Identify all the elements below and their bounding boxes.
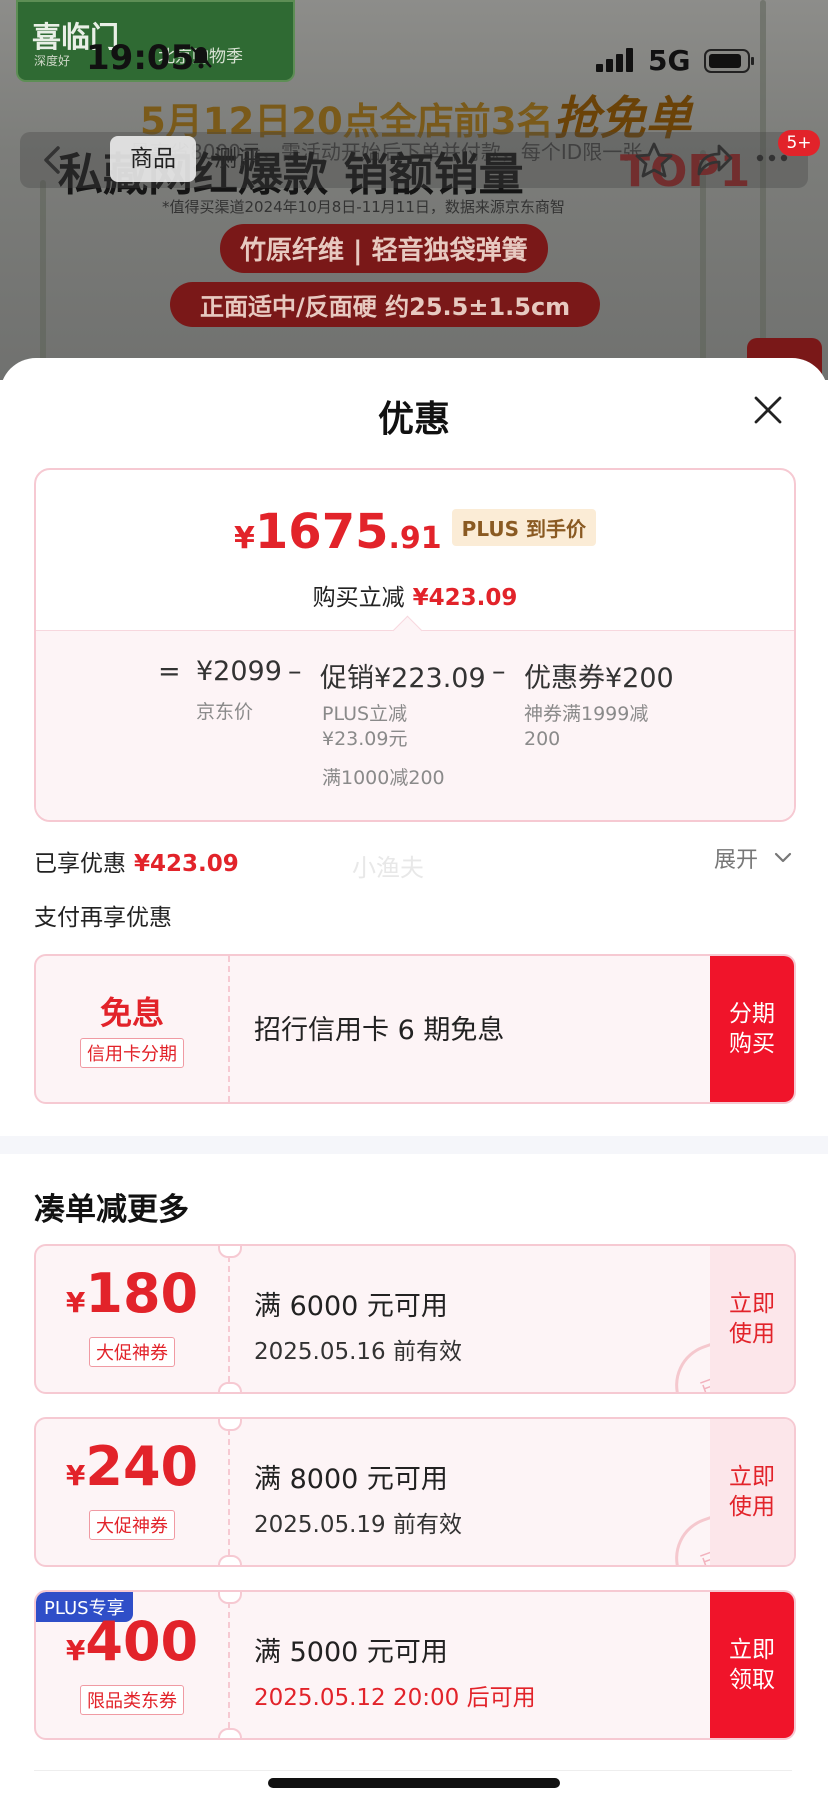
installment-buy-line1: 分期	[729, 1001, 775, 1027]
promo-detail-plus: PLUS立减	[322, 703, 408, 725]
coupon-validity: 2025.05.12 20:00 后可用	[254, 1685, 536, 1711]
promo-detail-plus-amount: ¥23.09元	[322, 728, 408, 750]
claim-coupon-line1: 立即	[729, 1637, 775, 1663]
coupon-value-area: ¥240 大促神券	[36, 1419, 228, 1565]
coupon-value: 180	[85, 1262, 199, 1325]
claim-coupon-button[interactable]: 立即 领取	[710, 1592, 794, 1738]
watermark: 小渔夫	[352, 854, 424, 882]
use-coupon-line1: 立即	[729, 1464, 775, 1490]
ticket-divider	[228, 1419, 230, 1565]
formula-equals: =	[158, 656, 181, 687]
tab-product[interactable]: 商品	[110, 136, 196, 182]
coupon-card: ¥180 大促神券 满 6000 元可用 2025.05.16 前有效 已领 立…	[34, 1244, 796, 1394]
enjoyed-discount: 已享优惠 ¥423.09	[34, 844, 239, 878]
instant-discount-amount: ¥423.09	[412, 585, 518, 611]
coupon-type-tag: 限品类东券	[80, 1685, 184, 1715]
enjoyed-discount-label: 已享优惠	[34, 851, 126, 877]
decor-bamboo	[40, 180, 46, 380]
coupon-detail: 神券满1999减	[524, 703, 649, 725]
jd-price: ¥2099	[196, 656, 282, 687]
chevron-down-icon[interactable]	[772, 846, 794, 868]
ticket-divider	[228, 1246, 230, 1392]
instant-discount: 购买立减 ¥423.09	[36, 578, 794, 612]
coupon-condition: 满 8000 元可用	[254, 1464, 448, 1495]
more-deals-title: 凑单减更多	[34, 1192, 189, 1228]
currency-symbol: ¥	[234, 521, 255, 556]
coupon-validity: 2025.05.19 前有效	[254, 1512, 462, 1538]
offers-sheet: 优惠 ¥1675.91 PLUS 到手价 购买立减 ¥423.09 = ¥2099 …	[0, 358, 828, 1796]
credit-card-installment-tag: 信用卡分期	[80, 1038, 184, 1068]
decor-bamboo	[760, 0, 766, 380]
coupon-currency: ¥	[65, 1459, 86, 1492]
coupon-condition: 满 6000 元可用	[254, 1291, 448, 1322]
coupon-detail-amount: 200	[524, 728, 561, 750]
installment-badge: 免息 信用卡分期	[36, 956, 228, 1102]
back-arrow-icon[interactable]	[34, 142, 70, 178]
coupon-value: 400	[85, 1610, 199, 1673]
bell-muted-icon	[190, 46, 212, 69]
coupon-type-tag: 大促神券	[89, 1510, 175, 1540]
formula-minus: –	[288, 656, 302, 687]
use-coupon-line2: 使用	[729, 1321, 775, 1347]
installment-buy-line2: 购买	[729, 1031, 775, 1057]
promo-detail-full-reduction: 满1000减200	[322, 767, 445, 789]
section-separator	[0, 1136, 828, 1154]
coupon-value-area: ¥400 限品类东券	[36, 1592, 228, 1738]
price-integer: 1675	[254, 504, 389, 560]
sheet-title: 优惠	[377, 399, 450, 440]
price-breakdown-card: ¥1675.91 PLUS 到手价 购买立减 ¥423.09 = ¥2099 京东价…	[34, 468, 796, 822]
star-icon[interactable]	[634, 140, 674, 180]
ticket-divider	[228, 956, 230, 1102]
use-coupon-button[interactable]: 立即 使用	[710, 1246, 794, 1392]
claim-coupon-line2: 领取	[729, 1667, 775, 1693]
jd-price-label: 京东价	[196, 701, 254, 723]
network-label: 5G	[648, 44, 691, 77]
payment-offers-title: 支付再享优惠	[34, 905, 172, 931]
spec-pill: 正面适中/反面硬 约25.5±1.5cm	[170, 282, 601, 327]
divider	[34, 1770, 792, 1771]
feature-pill: 竹原纤维 | 轻音独袋弹簧	[220, 224, 548, 273]
use-coupon-line2: 使用	[729, 1494, 775, 1520]
use-coupon-button[interactable]: 立即 使用	[710, 1419, 794, 1565]
coupon-validity: 2025.05.16 前有效	[254, 1339, 462, 1365]
ticket-divider	[228, 1592, 230, 1738]
brand-sub: 深度好	[34, 54, 71, 68]
coupon-currency: ¥	[65, 1286, 86, 1319]
installment-offer-card[interactable]: 免息 信用卡分期 招行信用卡 6 期免息 分期购买	[34, 954, 796, 1104]
status-time: 19:05	[86, 38, 195, 78]
expand-button[interactable]: 展开	[714, 842, 758, 874]
installment-buy-button[interactable]: 分期 购买	[710, 956, 794, 1102]
interest-free-label: 免息	[99, 994, 164, 1032]
coupon-condition: 满 5000 元可用	[254, 1637, 448, 1668]
installment-description: 招行信用卡 6 期免息	[254, 1015, 505, 1046]
hero-footnote: *值得买渠道2024年10月8日-11月11日，数据来源京东商智	[162, 198, 565, 216]
tab-review[interactable]: 测评	[214, 136, 260, 182]
price-decimal: .91	[388, 521, 442, 556]
coupon-value-area: ¥180 大促神券	[36, 1246, 228, 1392]
home-indicator	[268, 1778, 560, 1788]
battery-icon	[704, 49, 754, 73]
message-count-badge: 5+	[778, 130, 820, 156]
plus-price-badge: PLUS 到手价	[451, 509, 596, 546]
final-price: ¥1675.91 PLUS 到手价	[36, 504, 794, 560]
coupon-discount: 优惠券¥200	[524, 663, 674, 694]
use-coupon-line1: 立即	[729, 1291, 775, 1317]
coupon-card: ¥240 大促神券 满 8000 元可用 2025.05.19 前有效 已领 立…	[34, 1417, 796, 1567]
coupon-value: 240	[85, 1435, 199, 1498]
coupon-card: PLUS专享 ¥400 限品类东券 满 5000 元可用 2025.05.12 …	[34, 1590, 796, 1740]
promo-discount: 促销¥223.09	[320, 663, 486, 694]
share-icon[interactable]	[693, 140, 735, 180]
signal-icon	[596, 48, 633, 72]
coupon-currency: ¥	[65, 1634, 86, 1667]
close-icon[interactable]	[752, 394, 784, 426]
coupon-type-tag: 大促神券	[89, 1337, 175, 1367]
enjoyed-discount-amount: ¥423.09	[134, 851, 239, 877]
formula-minus: –	[492, 656, 506, 687]
instant-discount-label: 购买立减	[312, 585, 405, 611]
